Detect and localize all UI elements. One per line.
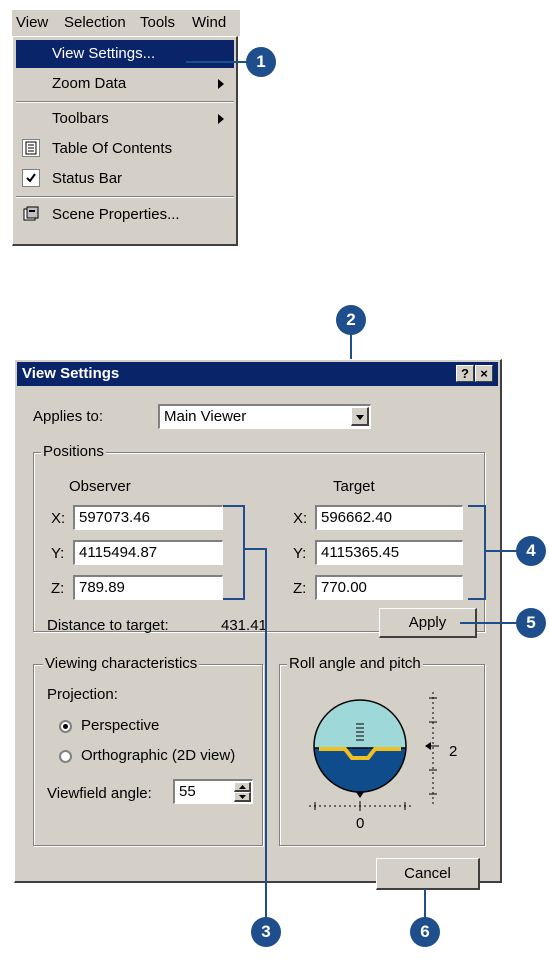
submenu-arrow-icon (218, 79, 224, 89)
menu-window[interactable]: Wind (192, 13, 226, 33)
applies-to-label: Applies to: (33, 408, 104, 425)
target-label: Target (333, 478, 375, 495)
menu-item-zoom-data[interactable]: Zoom Data (16, 70, 234, 98)
menu-bar: View Selection Tools Wind (12, 10, 240, 36)
spin-down-button[interactable] (234, 792, 251, 802)
callout-line (265, 548, 267, 920)
title-bar: View Settings ? × (17, 362, 498, 386)
close-button[interactable]: × (475, 365, 493, 382)
orthographic-radio[interactable] (59, 750, 72, 763)
callout-line (186, 61, 248, 63)
menu-item-view-settings[interactable]: View Settings... (16, 40, 234, 68)
view-menu-dropdown: View Settings... Zoom Data Toolbars Tabl… (12, 36, 238, 246)
callout-4: 4 (516, 536, 546, 566)
viewfield-angle-value: 55 (179, 783, 196, 800)
callout-line (484, 550, 518, 552)
menu-item-label: Zoom Data (52, 75, 127, 92)
spin-up-button[interactable] (234, 782, 251, 792)
dialog-title: View Settings (22, 365, 120, 382)
dropdown-button[interactable] (351, 407, 369, 426)
callout-3: 3 (251, 917, 281, 947)
projection-label: Projection: (47, 686, 118, 703)
table-of-contents-icon (22, 139, 40, 157)
target-x-input[interactable]: 596662.40 (315, 505, 463, 530)
applies-to-value: Main Viewer (164, 408, 247, 425)
chevron-down-icon (239, 795, 246, 799)
menu-item-label: Toolbars (52, 110, 109, 127)
menu-view[interactable]: View (16, 13, 48, 33)
menu-selection[interactable]: Selection (64, 13, 126, 33)
callout-6: 6 (410, 917, 440, 947)
chevron-up-icon (239, 785, 246, 789)
submenu-arrow-icon (218, 114, 224, 124)
target-y-input[interactable]: 4115365.45 (315, 540, 463, 565)
distance-value: 431.41 (221, 617, 267, 634)
menu-item-label: Scene Properties... (52, 206, 180, 223)
observer-z-input[interactable]: 789.89 (73, 575, 223, 600)
viewfield-angle-input[interactable]: 55 (173, 779, 253, 804)
menu-tools[interactable]: Tools (140, 13, 175, 33)
checkmark-icon (22, 169, 40, 187)
applies-to-select[interactable]: Main Viewer (158, 404, 371, 429)
menu-item-status-bar[interactable]: Status Bar (16, 165, 234, 193)
target-z-label: Z: (293, 580, 307, 597)
orthographic-label: Orthographic (2D view) (81, 747, 236, 764)
callout-line (424, 889, 426, 919)
callout-bracket (243, 505, 245, 600)
menu-item-label: View Settings... (52, 45, 156, 62)
menu-item-label: Table Of Contents (52, 140, 173, 157)
menu-item-table-of-contents[interactable]: Table Of Contents (16, 135, 234, 163)
help-button[interactable]: ? (456, 365, 474, 382)
observer-x-input[interactable]: 597073.46 (73, 505, 223, 530)
callout-line (243, 548, 267, 550)
perspective-radio[interactable] (59, 720, 72, 733)
observer-y-input[interactable]: 4115494.87 (73, 540, 223, 565)
callout-5: 5 (516, 608, 546, 638)
callout-2: 2 (336, 305, 366, 335)
menu-item-scene-properties[interactable]: Scene Properties... (16, 201, 234, 229)
cancel-button[interactable]: Cancel (376, 858, 480, 890)
callout-bracket (223, 598, 245, 600)
callout-bracket (223, 505, 245, 507)
target-x-label: X: (293, 510, 308, 527)
callout-line (460, 622, 518, 624)
viewfield-angle-label: Viewfield angle: (47, 785, 152, 802)
menu-separator (16, 101, 234, 103)
pitch-value: 2 (449, 743, 458, 760)
perspective-label: Perspective (81, 717, 160, 734)
scene-properties-icon (22, 205, 40, 223)
roll-pitch-title: Roll angle and pitch (287, 655, 423, 672)
observer-label: Observer (69, 478, 131, 495)
menu-separator (16, 196, 234, 198)
callout-bracket (468, 598, 486, 600)
roll-value: 0 (356, 815, 365, 832)
target-z-input[interactable]: 770.00 (315, 575, 463, 600)
observer-z-label: Z: (51, 580, 65, 597)
observer-x-label: X: (51, 510, 66, 527)
viewing-characteristics-title: Viewing characteristics (43, 655, 200, 672)
chevron-down-icon (356, 415, 364, 420)
callout-bracket (484, 505, 486, 600)
menu-item-toolbars[interactable]: Toolbars (16, 105, 234, 133)
menu-item-label: Status Bar (52, 170, 123, 187)
observer-y-label: Y: (51, 545, 65, 562)
callout-1: 1 (246, 47, 276, 77)
distance-label: Distance to target: (47, 617, 169, 634)
positions-group-title: Positions (41, 443, 106, 460)
view-settings-dialog: View Settings ? × Applies to: Main Viewe… (14, 359, 502, 890)
target-y-label: Y: (293, 545, 307, 562)
